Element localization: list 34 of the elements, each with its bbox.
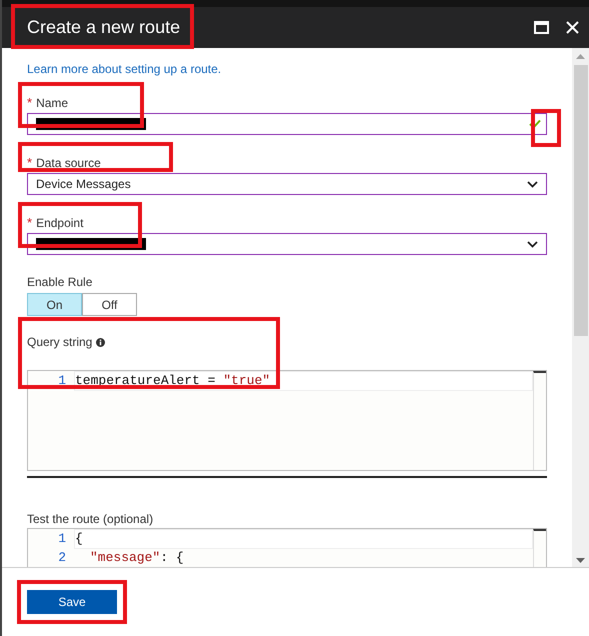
field-label: Test the route (optional) bbox=[27, 512, 154, 526]
field-label: Data source bbox=[36, 156, 101, 170]
dropdown-value: Device Messages bbox=[36, 177, 131, 191]
chevron-down-icon bbox=[527, 240, 538, 248]
field-label: Endpoint bbox=[36, 216, 84, 230]
dropdown[interactable]: Device Messages bbox=[27, 173, 547, 195]
line-number: 1 bbox=[57, 531, 67, 546]
scrollbar-thumb[interactable] bbox=[574, 65, 588, 336]
close-icon[interactable] bbox=[566, 21, 579, 34]
line-number: 2 bbox=[57, 550, 67, 565]
learn-more-link[interactable]: Learn more about setting up a route. bbox=[27, 62, 222, 76]
maximize-icon[interactable] bbox=[534, 21, 549, 34]
field-label: Name bbox=[36, 96, 68, 110]
chevron-down-icon bbox=[527, 180, 538, 188]
required-asterisk: * bbox=[27, 155, 32, 170]
editor-scrollbar[interactable] bbox=[533, 371, 546, 470]
toggle-option[interactable]: Off bbox=[82, 293, 137, 316]
code-editor[interactable]: 1 temperatureAlert = "true" bbox=[27, 370, 547, 471]
window-title: Create a new route bbox=[27, 17, 180, 38]
line-number: 1 bbox=[57, 373, 67, 388]
required-asterisk: * bbox=[27, 95, 32, 110]
code-line: "message": { bbox=[89, 549, 185, 566]
required-asterisk: * bbox=[27, 215, 32, 230]
dropdown[interactable] bbox=[27, 233, 547, 255]
name-field[interactable] bbox=[27, 113, 547, 135]
editor-scrollbar[interactable] bbox=[533, 529, 546, 567]
save-button[interactable]: Save bbox=[27, 590, 117, 614]
scroll-down-icon[interactable] bbox=[576, 558, 585, 563]
field-label: Query string bbox=[27, 335, 92, 349]
info-icon bbox=[96, 338, 106, 346]
toggle-option[interactable]: On bbox=[27, 293, 82, 316]
field-label: Enable Rule bbox=[27, 275, 94, 289]
scrollbar[interactable] bbox=[572, 48, 589, 567]
code-editor[interactable]: 1 { 2 "message": { bbox=[27, 528, 547, 567]
